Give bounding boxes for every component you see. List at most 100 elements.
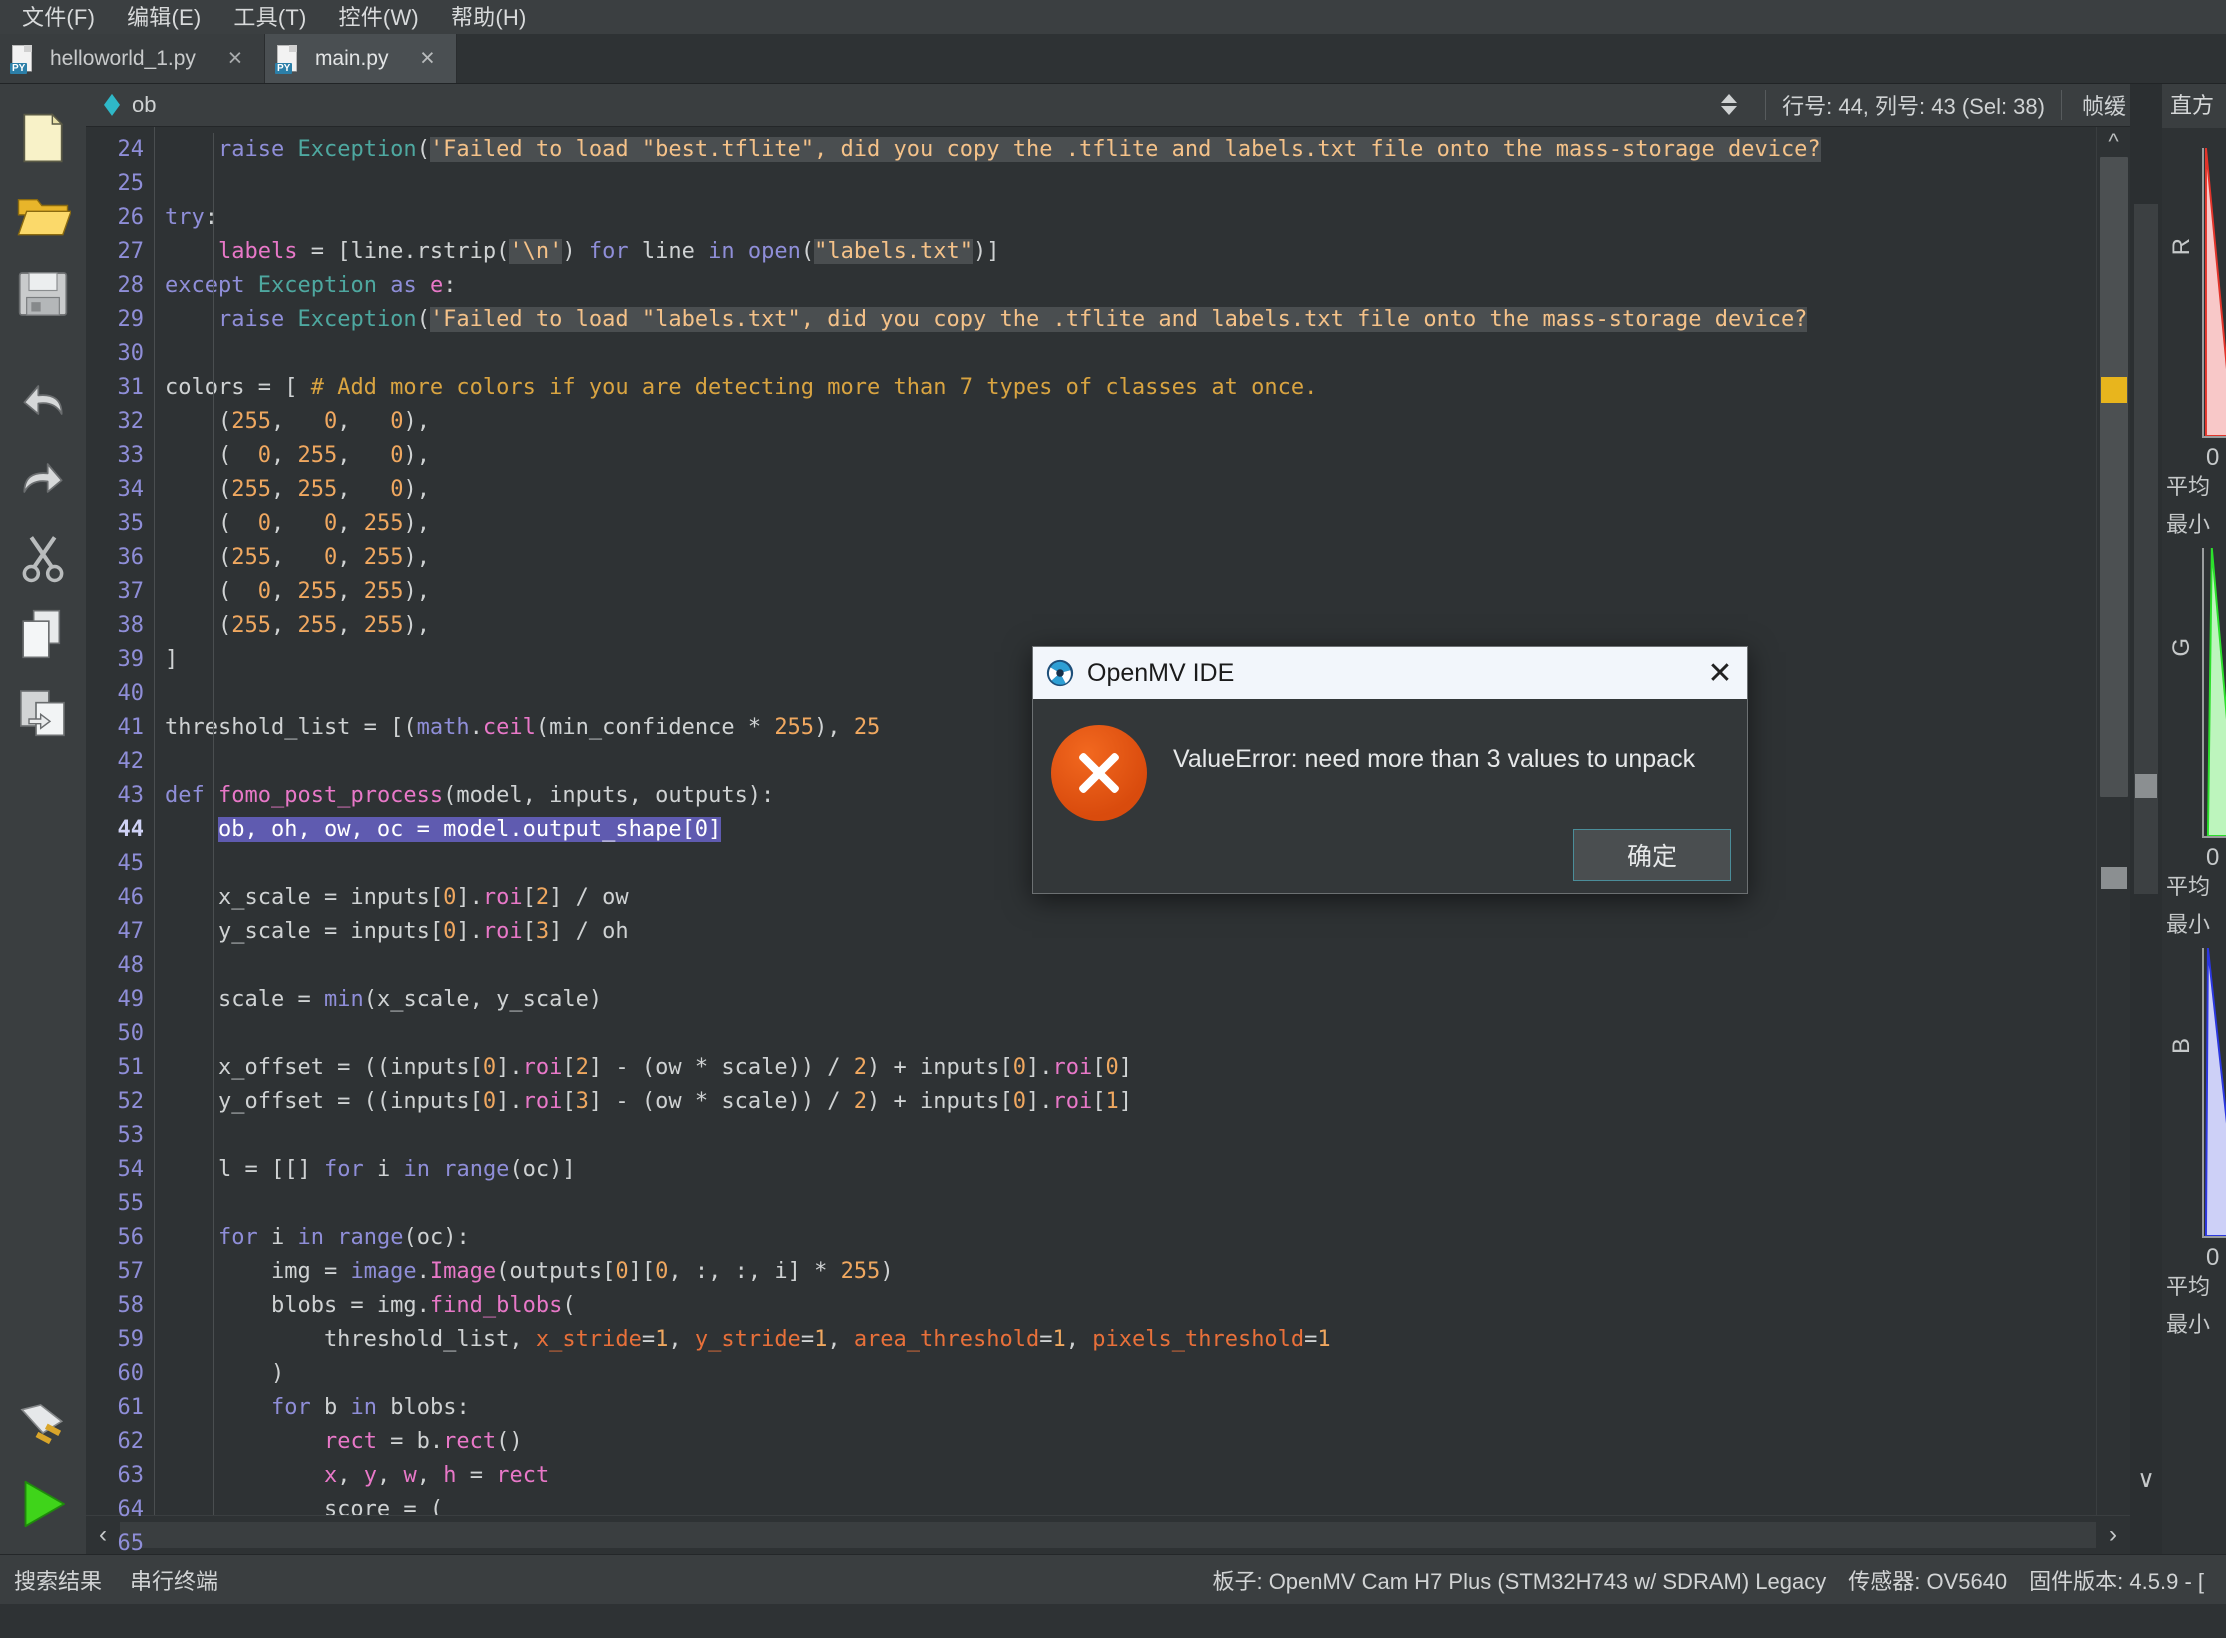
code-line[interactable]: for i in range(oc): <box>155 1221 2096 1255</box>
undo-icon[interactable] <box>15 372 71 428</box>
code-line[interactable] <box>155 167 2096 201</box>
code-token: Exception <box>297 306 417 332</box>
chevron-down-icon[interactable]: ∨ <box>2130 1465 2162 1494</box>
scrollbar-grip[interactable] <box>2135 774 2157 798</box>
tab-label: main.py <box>314 46 389 70</box>
code-line[interactable] <box>155 337 2096 371</box>
new-file-icon[interactable] <box>15 110 71 166</box>
code-token: 0 <box>323 510 338 536</box>
ok-button[interactable]: 确定 <box>1573 829 1731 881</box>
code-line[interactable]: (255, 0, 255), <box>155 541 2096 575</box>
menu-item-help[interactable]: 帮助(H) <box>435 0 543 37</box>
line-number: 26 <box>117 204 145 230</box>
close-icon[interactable]: ✕ <box>1703 656 1737 691</box>
error-dialog[interactable]: OpenMV IDE ✕ ValueError: need more than … <box>1032 646 1748 894</box>
code-token: 0 <box>257 442 271 468</box>
line-number: 57 <box>117 1258 145 1284</box>
close-icon[interactable]: × <box>222 46 248 71</box>
scrollbar-grip[interactable] <box>2101 866 2127 889</box>
code-line[interactable]: colors = [ # Add more colors if you are … <box>155 371 2096 405</box>
menu-item-widgets[interactable]: 控件(W) <box>323 0 435 37</box>
run-icon[interactable] <box>15 1476 71 1532</box>
code-token: 2 <box>535 884 550 910</box>
code-line[interactable]: img = image.Image(outputs[0][0, :, :, i]… <box>155 1255 2096 1289</box>
code-token: : <box>204 204 218 230</box>
line-number-gutter: 24 25 26 27 28 29 30 31 32 33 34 35 36 37 38 39 40 41 42 43… <box>86 126 154 1556</box>
code-line[interactable] <box>155 1119 2096 1153</box>
code-line[interactable]: labels = [line.rstrip('\n') for line in … <box>155 235 2096 269</box>
code-token: ), <box>403 544 430 570</box>
code-line[interactable]: ( 0, 255, 0), <box>155 439 2096 473</box>
code-token: colors = [ <box>165 374 311 400</box>
code-line[interactable] <box>155 1187 2096 1221</box>
histogram-curve-r <box>2204 148 2226 436</box>
scrollbar-thumb[interactable] <box>2100 156 2128 797</box>
code-line[interactable]: rect = b.rect() <box>155 1425 2096 1459</box>
tab-main[interactable]: PY main.py × <box>264 34 458 83</box>
code-line[interactable]: (255, 255, 255), <box>155 609 2096 643</box>
code-line[interactable]: ( 0, 255, 255), <box>155 575 2096 609</box>
code-line[interactable]: x, y, w, h = rect <box>155 1459 2096 1493</box>
bottom-tab-search-results[interactable]: 搜索结果 <box>0 1564 116 1596</box>
code-line[interactable]: raise Exception('Failed to load "best.tf… <box>155 133 2096 167</box>
line-number: 61 <box>117 1394 145 1420</box>
redo-icon[interactable] <box>15 450 71 506</box>
code-line[interactable]: x_offset = ((inputs[0].roi[2] - (ow * sc… <box>155 1051 2096 1085</box>
scroll-up-icon[interactable]: ^ <box>2108 130 2118 153</box>
menu-item-tools[interactable]: 工具(T) <box>217 0 322 37</box>
code-token: ), <box>403 578 430 604</box>
hscroll-track[interactable] <box>120 1522 2096 1549</box>
code-line[interactable]: score = ( <box>155 1493 2096 1516</box>
editor-header-bar: ob 行号: 44, 列号: 43 (Sel: 38) 帧缓 <box>86 84 2130 127</box>
right-dock-scrollbar[interactable]: ∨ <box>2130 84 2162 1554</box>
code-line[interactable]: raise Exception('Failed to load "labels.… <box>155 303 2096 337</box>
code-horizontal-scrollbar[interactable]: ‹ › <box>86 1515 2130 1554</box>
cut-icon[interactable] <box>15 528 71 584</box>
paste-icon[interactable] <box>15 684 71 740</box>
code-line[interactable]: blobs = img.find_blobs( <box>155 1289 2096 1323</box>
line-number: 30 <box>117 340 145 366</box>
line-number: 46 <box>117 884 145 910</box>
code-line[interactable]: l = [[] for i in range(oc)] <box>155 1153 2096 1187</box>
scroll-right-icon[interactable]: › <box>2096 1521 2130 1549</box>
code-token: 0 <box>257 510 271 536</box>
code-vertical-scrollbar[interactable]: ^ <box>2096 126 2130 1516</box>
menu-item-file[interactable]: 文件(F) <box>6 0 111 37</box>
code-line[interactable] <box>155 1017 2096 1051</box>
line-number: 37 <box>117 578 145 604</box>
code-line[interactable] <box>155 949 2096 983</box>
code-token: try <box>165 204 205 230</box>
code-token: ) <box>165 1360 285 1386</box>
code-token: , <box>270 476 298 502</box>
code-line[interactable]: except Exception as e: <box>155 269 2096 303</box>
save-icon[interactable] <box>15 266 71 322</box>
code-line[interactable]: ( 0, 0, 255), <box>155 507 2096 541</box>
open-folder-icon[interactable] <box>15 188 71 244</box>
code-token: = <box>456 1462 497 1488</box>
code-line[interactable]: threshold_list, x_stride=1, y_stride=1, … <box>155 1323 2096 1357</box>
copy-icon[interactable] <box>15 606 71 662</box>
code-line[interactable]: for b in blobs: <box>155 1391 2096 1425</box>
bottom-tab-serial-terminal[interactable]: 串行终端 <box>116 1564 232 1596</box>
code-line[interactable]: y_scale = inputs[0].roi[3] / oh <box>155 915 2096 949</box>
code-line[interactable]: (255, 0, 0), <box>155 405 2096 439</box>
close-icon[interactable]: × <box>414 46 440 71</box>
code-token: 1 <box>1052 1326 1066 1352</box>
current-symbol[interactable]: ob <box>132 92 156 118</box>
code-token: for <box>270 1394 311 1420</box>
code-token: 255 <box>363 510 404 536</box>
code-line[interactable]: y_offset = ((inputs[0].roi[3] - (ow * sc… <box>155 1085 2096 1119</box>
connect-plug-icon[interactable] <box>15 1398 71 1454</box>
tab-helloworld[interactable]: PY helloworld_1.py × <box>0 34 265 83</box>
code-line[interactable]: (255, 255, 0), <box>155 473 2096 507</box>
menu-item-edit[interactable]: 编辑(E) <box>111 0 217 37</box>
code-line[interactable]: ) <box>155 1357 2096 1391</box>
code-token: . <box>469 714 483 740</box>
symbol-spinner[interactable] <box>1721 94 1738 116</box>
code-line[interactable]: scale = min(x_scale, y_scale) <box>155 983 2096 1017</box>
code-token: threshold_list, <box>165 1326 536 1352</box>
code-line[interactable]: try: <box>155 201 2096 235</box>
